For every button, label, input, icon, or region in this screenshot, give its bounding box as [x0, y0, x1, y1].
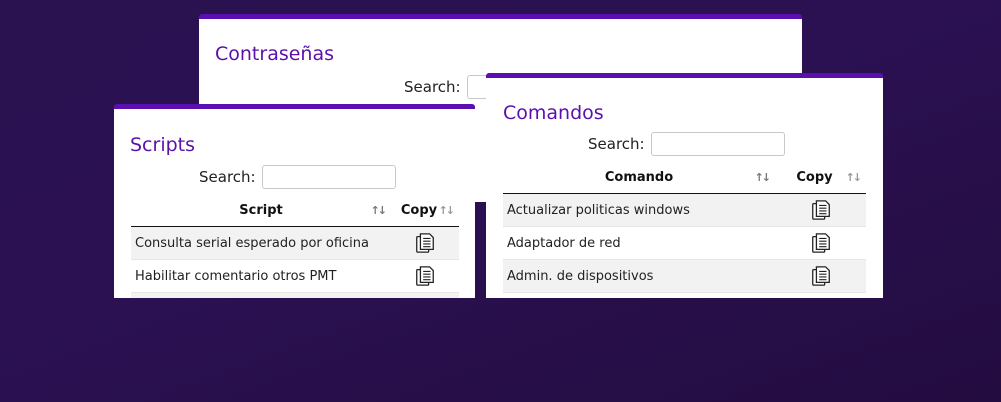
comandos-title: Comandos	[503, 102, 604, 124]
comando-name: Actualizar politicas windows	[503, 193, 775, 227]
table-row: Actualizar politicas windows	[503, 193, 866, 227]
table-row	[131, 292, 459, 298]
comandos-column-label-comando: Comando	[604, 170, 674, 185]
copy-icon[interactable]	[810, 265, 832, 287]
comandos-column-header-comando[interactable]: Comando ↑↓	[503, 162, 775, 194]
sort-icon[interactable]: ↑↓	[371, 204, 388, 217]
sort-icon[interactable]: ↑↓	[846, 171, 863, 184]
sort-icon[interactable]: ↑↓	[755, 171, 772, 184]
comandos-search-label: Search:	[588, 135, 645, 153]
table-row: Habilitar comentario otros PMT	[131, 259, 459, 293]
scripts-column-label-script: Script	[239, 203, 283, 218]
copy-icon[interactable]	[810, 232, 832, 254]
comandos-search-input[interactable]	[650, 132, 785, 156]
table-row: Adaptador de red	[503, 226, 866, 260]
contrasenas-title: Contraseñas	[215, 43, 335, 65]
table-row: Consulta serial esperado por oficina	[131, 226, 459, 260]
scripts-search: Search:	[199, 165, 396, 189]
comando-name: Adaptador de red	[503, 226, 775, 260]
scripts-search-label: Search:	[199, 168, 256, 186]
scripts-search-input[interactable]	[261, 165, 396, 189]
comandos-column-label-copy: Copy	[796, 170, 833, 185]
sort-icon[interactable]: ↑↓	[439, 204, 456, 217]
comandos-panel: Comandos Search: Comando ↑↓ Copy ↑↓ Actu…	[486, 73, 883, 298]
contrasenas-search-label: Search:	[404, 78, 461, 96]
script-name: Habilitar comentario otros PMT	[131, 259, 391, 293]
scripts-column-header-copy[interactable]: Copy ↑↓	[391, 195, 459, 227]
comandos-table: Comando ↑↓ Copy ↑↓ Actualizar politicas …	[503, 162, 866, 298]
copy-icon[interactable]	[810, 199, 832, 221]
scripts-table: Script ↑↓ Copy ↑↓ Consulta serial espera…	[131, 195, 459, 298]
scripts-panel: Scripts Search: Script ↑↓ Copy ↑↓ Consul…	[114, 104, 475, 298]
scripts-column-header-script[interactable]: Script ↑↓	[131, 195, 391, 227]
script-name: Consulta serial esperado por oficina	[131, 226, 391, 260]
table-row: Admin. de dispositivos	[503, 259, 866, 293]
comandos-column-header-copy[interactable]: Copy ↑↓	[775, 162, 866, 194]
scripts-title: Scripts	[130, 134, 196, 156]
table-row	[503, 292, 866, 298]
copy-icon[interactable]	[414, 232, 436, 254]
comandos-search: Search:	[588, 132, 785, 156]
copy-icon[interactable]	[414, 265, 436, 287]
comando-name: Admin. de dispositivos	[503, 259, 775, 293]
scripts-column-label-copy: Copy	[400, 203, 438, 218]
